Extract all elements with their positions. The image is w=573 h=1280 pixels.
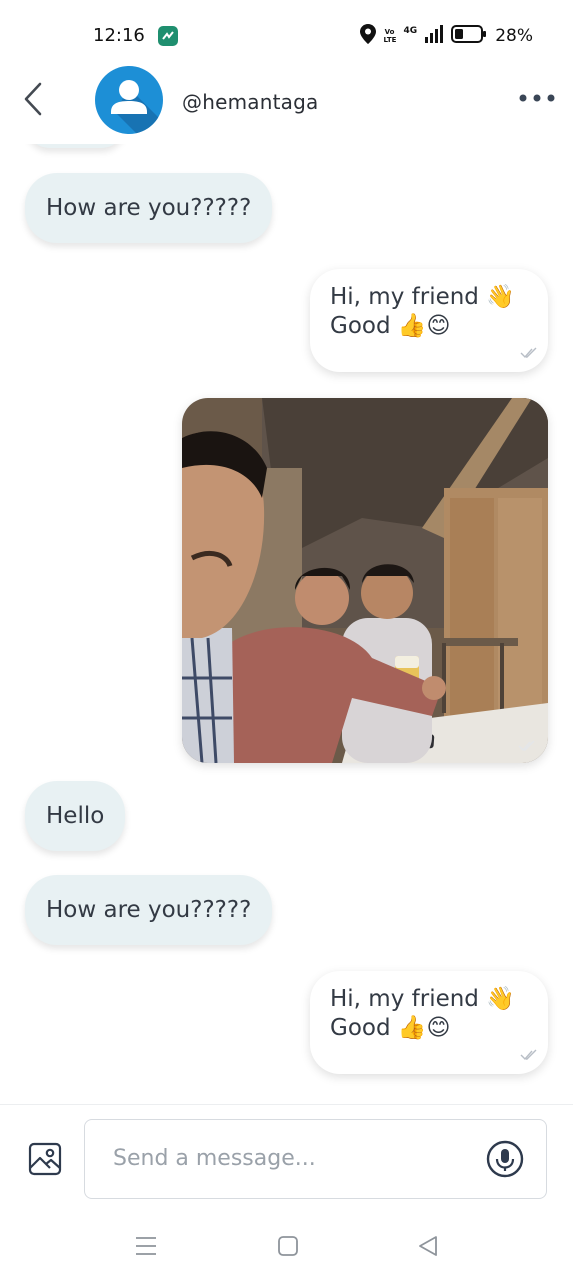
volte-line1: Vo <box>384 28 395 36</box>
message-input[interactable] <box>113 1120 473 1197</box>
user-silhouette-icon <box>111 80 163 134</box>
battery-icon <box>451 25 487 47</box>
message-text-line: Hi, my friend 👋 <box>330 986 515 1012</box>
home-square-icon <box>278 1236 298 1256</box>
image-icon <box>28 1142 62 1176</box>
message-field <box>84 1119 547 1199</box>
message-bubble-outgoing[interactable]: Hi, my friend 👋 Good 👍😊 <box>310 971 548 1074</box>
signal-icon <box>425 25 444 47</box>
status-time: 12:16 <box>93 25 145 46</box>
message-text-line: Good 👍😊 <box>330 1015 451 1041</box>
more-options-button[interactable] <box>517 86 557 110</box>
shared-photo <box>182 398 548 763</box>
home-button[interactable] <box>276 1234 300 1258</box>
system-back-button[interactable] <box>416 1234 440 1258</box>
status-indicators: Vo LTE 4G 28% <box>359 24 533 48</box>
volte-indicator: Vo LTE <box>383 28 397 44</box>
microphone-icon <box>486 1140 524 1178</box>
system-nav-bar <box>0 1204 573 1280</box>
voice-record-button[interactable] <box>486 1140 524 1178</box>
double-check-icon <box>518 740 535 752</box>
chat-screen: 12:16 Vo LTE 4G 28% @hemantaga How are y… <box>0 0 573 1280</box>
avatar[interactable] <box>95 66 163 134</box>
back-triangle-icon <box>419 1236 437 1256</box>
status-bar: 12:16 Vo LTE 4G 28% <box>0 0 573 64</box>
message-bubble-outgoing[interactable]: Hi, my friend 👋 Good 👍😊 <box>310 269 548 372</box>
location-icon <box>359 24 376 48</box>
double-check-icon <box>520 347 537 359</box>
image-message[interactable] <box>182 398 548 763</box>
network-type: 4G <box>403 26 418 36</box>
back-button[interactable] <box>18 80 50 118</box>
message-text-line: Good 👍😊 <box>330 313 451 339</box>
contact-username[interactable]: @hemantaga <box>182 90 318 114</box>
menu-icon <box>136 1237 156 1255</box>
message-bubble-incoming[interactable]: Hello <box>25 781 126 851</box>
more-horizontal-icon <box>519 94 555 102</box>
chevron-left-icon <box>24 82 42 116</box>
message-composer <box>0 1104 573 1205</box>
double-check-icon <box>520 1049 537 1061</box>
attach-image-button[interactable] <box>27 1141 63 1177</box>
message-list[interactable]: How are you????? Hi, my friend 👋 Good 👍😊 <box>0 144 573 1104</box>
chat-header: @hemantaga <box>0 64 573 144</box>
message-text: How are you????? <box>46 896 252 923</box>
message-bubble-incoming[interactable]: How are you????? <box>25 173 273 243</box>
message-text-line: Hi, my friend 👋 <box>330 284 515 310</box>
battery-percent: 28% <box>495 26 533 46</box>
message-bubble-incoming[interactable]: How are you????? <box>25 875 273 945</box>
message-text: Hello <box>46 802 105 829</box>
notification-app-icon <box>158 26 178 46</box>
volte-line2: LTE <box>383 36 397 44</box>
recent-apps-button[interactable] <box>134 1234 158 1258</box>
message-bubble-cutoff <box>25 144 126 148</box>
message-text: How are you????? <box>46 194 252 221</box>
